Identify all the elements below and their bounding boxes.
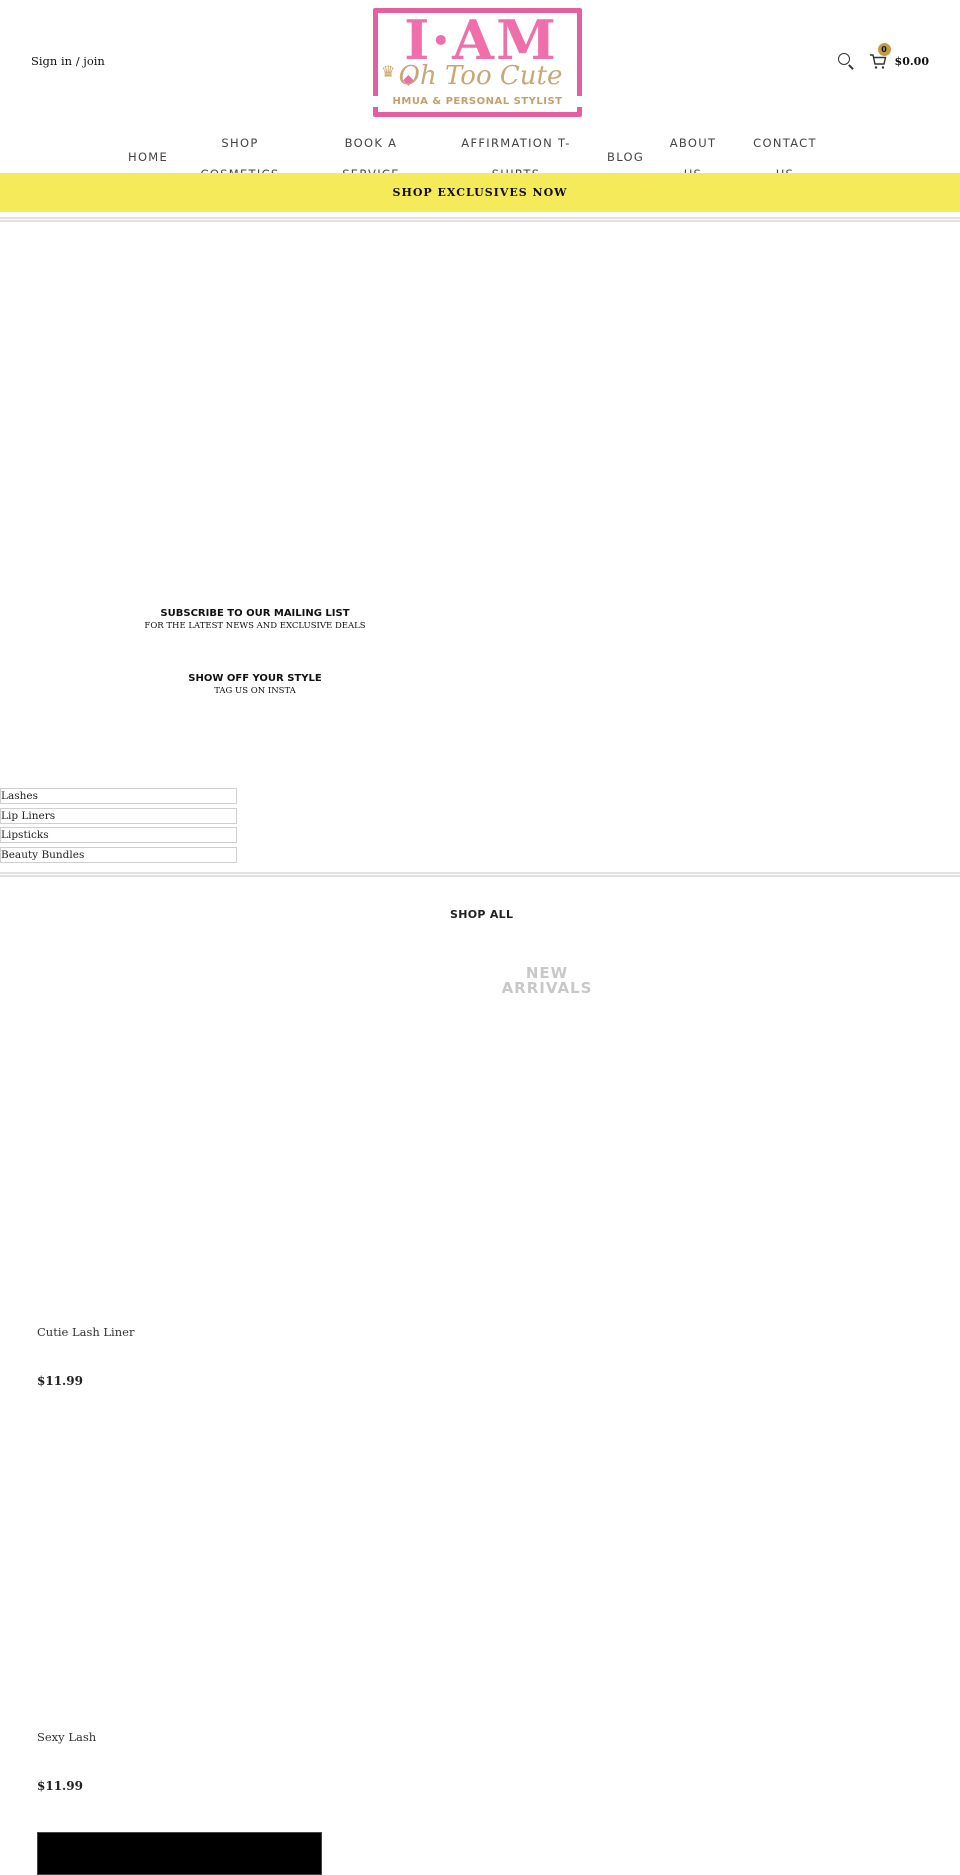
logo-subtitle: HMUA & PERSONAL STYLIST bbox=[373, 96, 582, 107]
insta-section: SHOW OFF YOUR STYLE TAG US ON INSTA bbox=[135, 673, 375, 696]
cart-count-badge: 0 bbox=[877, 43, 891, 56]
nav-item-home[interactable]: HOME bbox=[128, 142, 168, 173]
cart-total: $0.00 bbox=[894, 54, 929, 68]
product-image[interactable] bbox=[37, 1832, 322, 1875]
product-name[interactable]: Cutie Lash Liner bbox=[37, 1325, 323, 1339]
category-list: Lashes Lip Liners Lipsticks Beauty Bundl… bbox=[0, 788, 237, 866]
nav-item-contact-us[interactable]: CONTACT US bbox=[746, 132, 824, 173]
search-icon[interactable] bbox=[837, 52, 855, 70]
main-nav: HOME SHOP COSMETICS BOOK A SERVICE AFFIR… bbox=[0, 132, 960, 173]
nav-item-blog[interactable]: BLOG bbox=[607, 142, 644, 173]
insta-title: SHOW OFF YOUR STYLE bbox=[188, 673, 322, 684]
logo-script: Oh Too Cute bbox=[398, 61, 563, 91]
product-price: $11.99 bbox=[37, 1779, 83, 1793]
category-link-lipsticks[interactable]: Lipsticks bbox=[0, 827, 237, 843]
nav-item-shop-cosmetics[interactable]: SHOP COSMETICS bbox=[196, 132, 284, 173]
insta-subtitle: TAG US ON INSTA bbox=[214, 686, 296, 696]
nav-item-about-us[interactable]: ABOUT US bbox=[662, 132, 724, 173]
product-name[interactable]: Sexy Lash bbox=[37, 1730, 323, 1744]
new-arrivals-heading: NEW ARRIVALS bbox=[501, 964, 593, 997]
nav-item-affirmation-shirts[interactable]: AFFIRMATION T- SHIRTS bbox=[455, 132, 577, 173]
mailing-list-section: SUBSCRIBE TO OUR MAILING LIST FOR THE LA… bbox=[135, 608, 375, 631]
category-link-lashes[interactable]: Lashes bbox=[0, 788, 237, 804]
product-card[interactable]: Cutie Lash Liner $11.99 bbox=[37, 1325, 323, 1388]
shop-all-link[interactable]: SHOP ALL bbox=[450, 908, 513, 921]
mailing-list-title: SUBSCRIBE TO OUR MAILING LIST bbox=[160, 608, 350, 619]
section-divider bbox=[0, 872, 960, 877]
header-icons: 0 $0.00 bbox=[837, 43, 929, 70]
product-price: $11.99 bbox=[37, 1374, 83, 1388]
cart-button[interactable]: 0 $0.00 bbox=[869, 43, 929, 70]
cart-icon: 0 bbox=[869, 43, 891, 70]
promo-banner[interactable]: SHOP EXCLUSIVES NOW bbox=[0, 173, 960, 212]
category-link-beauty-bundles[interactable]: Beauty Bundles bbox=[0, 846, 237, 863]
nav-item-book-service[interactable]: BOOK A SERVICE bbox=[330, 132, 412, 173]
site-logo[interactable]: I·AM ♛ ◆ Oh Too Cute HMUA & PERSONAL STY… bbox=[373, 8, 582, 117]
promo-banner-label: SHOP EXCLUSIVES NOW bbox=[392, 186, 568, 199]
sign-in-link[interactable]: Sign in / join bbox=[31, 54, 105, 68]
category-link-lip-liners[interactable]: Lip Liners bbox=[0, 807, 237, 824]
mailing-list-subtitle: FOR THE LATEST NEWS AND EXCLUSIVE DEALS bbox=[144, 621, 366, 631]
product-card[interactable]: Sexy Lash $11.99 bbox=[37, 1730, 323, 1793]
section-divider bbox=[0, 217, 960, 222]
